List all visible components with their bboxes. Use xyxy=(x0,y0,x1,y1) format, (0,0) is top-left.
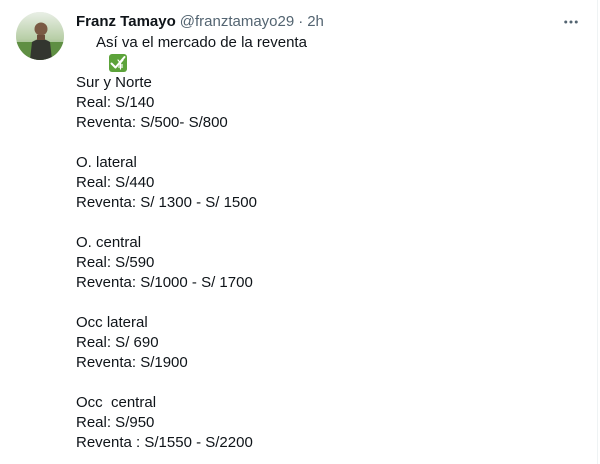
price-section: O. central Real: S/590 Reventa: S/1000 -… xyxy=(76,233,576,293)
real-price: Real: S/440 xyxy=(76,174,155,191)
real-price: Real: S/ 690 xyxy=(76,334,159,351)
price-section: Sur y Norte Real: S/140 Reventa: S/500- … xyxy=(76,73,576,133)
author-name[interactable]: Franz Tamayo xyxy=(76,12,176,32)
real-price: Real: S/590 xyxy=(76,254,155,271)
check-mark-yen-emoji-icon xyxy=(76,34,128,72)
author-handle[interactable]: @franztamayo29 xyxy=(180,12,294,32)
more-horizontal-icon[interactable] xyxy=(559,12,583,32)
resale-price: Reventa: S/1900 xyxy=(76,354,188,371)
tweet-intro-line: Así va el mercado de la reventa xyxy=(76,33,576,72)
resale-price: Reventa : S/1550 - S/2200 xyxy=(76,434,253,451)
tweet-timestamp[interactable]: 2h xyxy=(307,12,324,32)
tweet-text: Así va el mercado de la reventa Sur y No… xyxy=(76,33,576,453)
price-section: Occ lateral Real: S/ 690 Reventa: S/1900 xyxy=(76,313,576,373)
price-section: O. lateral Real: S/440 Reventa: S/ 1300 … xyxy=(76,153,576,213)
resale-price: Reventa: S/500- S/800 xyxy=(76,114,228,131)
resale-price: Reventa: S/1000 - S/ 1700 xyxy=(76,274,253,291)
zone-label: Occ central xyxy=(76,394,157,411)
resale-price: Reventa: S/ 1300 - S/ 1500 xyxy=(76,194,257,211)
tweet-intro-text: Así va el mercado de la reventa xyxy=(96,34,307,51)
zone-label: Occ lateral xyxy=(76,314,148,331)
header-separator: · xyxy=(298,13,304,30)
avatar[interactable] xyxy=(16,12,64,60)
avatar-photo xyxy=(16,12,64,60)
zone-label: O. lateral xyxy=(76,154,137,171)
real-price: Real: S/140 xyxy=(76,94,155,111)
tweet-header: Franz Tamayo @franztamayo29 · 2h xyxy=(76,12,324,32)
zone-label: Sur y Norte xyxy=(76,74,152,91)
zone-label: O. central xyxy=(76,234,142,251)
tweet-card[interactable]: Franz Tamayo @franztamayo29 · 2h Así va … xyxy=(0,0,598,464)
price-section: Occ central Real: S/950 Reventa : S/1550… xyxy=(76,393,576,453)
real-price: Real: S/950 xyxy=(76,414,155,431)
